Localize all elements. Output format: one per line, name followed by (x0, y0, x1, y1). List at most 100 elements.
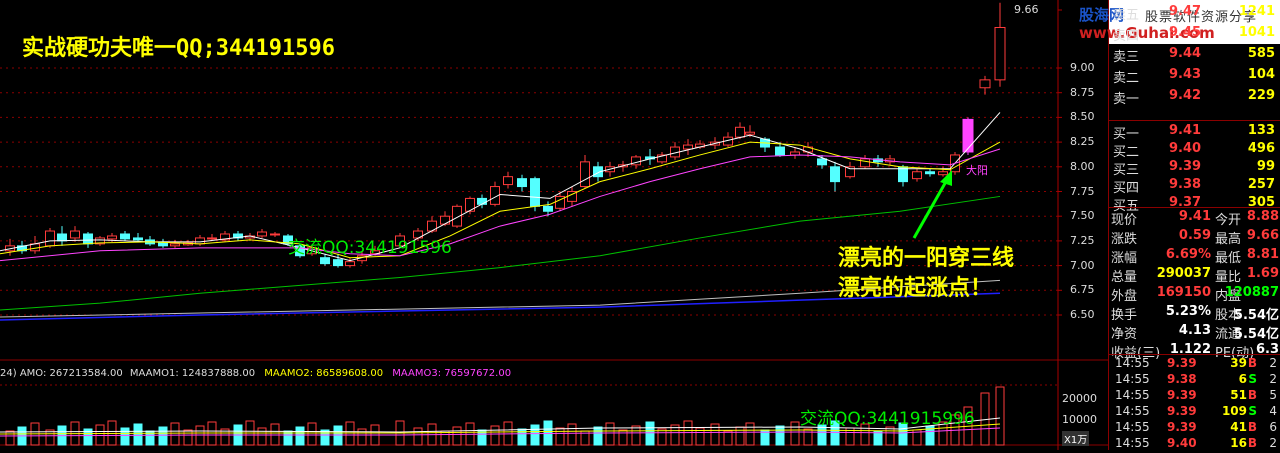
candle-body (745, 131, 755, 135)
price-axis-label: 8.25 (1070, 135, 1095, 149)
tick-time: 14:55 (1115, 404, 1150, 418)
tick-count: 6 (1269, 420, 1277, 434)
ask-label: 卖四 (1113, 29, 1140, 44)
panel-divider (1109, 354, 1280, 355)
volume-bar (995, 386, 1005, 446)
volume-bar (631, 425, 641, 446)
tick-side: S (1248, 372, 1257, 386)
price-axis-label: 8.75 (1070, 85, 1095, 99)
ask-label: 卖一 (1113, 92, 1140, 107)
ask-row[interactable]: 卖一 9.42 229 (1109, 86, 1280, 107)
volume-bar (735, 426, 745, 446)
tick-side: B (1247, 420, 1257, 434)
ask-row[interactable]: 卖三 9.44 585 (1109, 44, 1280, 65)
candle-body (860, 158, 870, 168)
candle-body (979, 79, 991, 89)
candle-body (345, 261, 355, 267)
tick-volume: 16 (1230, 436, 1247, 450)
tick-volume: 39 (1230, 356, 1247, 370)
info-row: 现价 9.41 今开 8.88 (1109, 208, 1280, 228)
ask-label: 卖五 (1113, 8, 1140, 23)
quote-panel: 股海网 股票软件资源分享 www.Guhai.com 卖五 9.47 1241 卖四 9… (1079, 0, 1280, 453)
indicator-maamo3: MAAMO3: 76597672.00 (392, 368, 512, 379)
ask-label: 卖二 (1113, 71, 1140, 86)
tick-count: 2 (1269, 372, 1277, 386)
ask-volume: 104 (1247, 67, 1275, 82)
indicator-amo: AMO: 267213584.00 (19, 368, 123, 379)
volume-bar (885, 426, 895, 446)
volume-bar (133, 423, 143, 446)
info-label: 最低 (1215, 251, 1242, 266)
candle-body (830, 166, 840, 183)
candle-body (120, 233, 130, 240)
candle-label: 大阳 (966, 164, 988, 177)
volume-bar (803, 428, 813, 446)
candle-body (57, 233, 67, 242)
bid-volume: 496 (1247, 141, 1275, 156)
info-row: 涨跌 0.59 最高 9.66 (1109, 227, 1280, 247)
indicator-bar: 24) AMO: 267213584.00 MAAMO1: 124837888.… (0, 368, 511, 379)
tick-price: 9.39 (1167, 404, 1197, 418)
candle-body (320, 257, 330, 265)
ask-price: 9.44 (1169, 46, 1202, 61)
volume-bar (183, 429, 193, 446)
tick-count: 4 (1269, 404, 1277, 418)
tick-side: B (1247, 388, 1257, 402)
kline-chart-area[interactable]: 实战硬功夫唯一QQ;344191596 交流QQ:344191596 漂亮的一阳… (0, 0, 1108, 450)
volume-bar (158, 426, 168, 446)
candle-body (543, 205, 553, 212)
tick-count: 5 (1269, 388, 1277, 402)
bid-volume: 257 (1247, 177, 1275, 192)
ask-row[interactable]: 卖四 9.45 1041 (1109, 23, 1280, 44)
candle-body (962, 118, 974, 153)
info-value: 8.88 (1246, 209, 1279, 224)
ask-price: 9.45 (1169, 25, 1202, 40)
info-value: 169150 (1156, 285, 1211, 300)
volume-bar (775, 425, 785, 446)
tick-price: 9.38 (1167, 372, 1197, 386)
candle-body (477, 197, 487, 205)
info-label: 净资 (1111, 327, 1138, 342)
candle-body (530, 178, 540, 207)
tick-row[interactable]: 14:55 9.40 16 B 2 (1109, 435, 1280, 453)
volume-unit-label: X1万 (1062, 431, 1090, 446)
info-row: 涨幅 6.69% 最低 8.81 (1109, 246, 1280, 266)
candle-body (938, 171, 948, 176)
ask-volume: 585 (1247, 46, 1275, 61)
price-axis-label: 6.50 (1070, 308, 1095, 321)
info-label: 外盘 (1111, 289, 1138, 304)
ask-row[interactable]: 卖二 9.43 104 (1109, 65, 1280, 86)
annotation-line1: 漂亮的一阳穿三线 (838, 246, 1015, 271)
volume-bar (605, 422, 615, 446)
info-value: 5.54亿 (1233, 308, 1279, 323)
candle-body (683, 144, 693, 150)
indicator-prefix: 24) (0, 368, 17, 379)
info-value: 4.13 (1178, 323, 1211, 338)
kline-chart-canvas[interactable] (0, 0, 1108, 450)
tick-time: 14:55 (1115, 436, 1150, 450)
info-label: 涨跌 (1111, 232, 1138, 247)
tick-side: S (1248, 404, 1257, 418)
info-row: 换手 5.23% 股本 5.54亿 (1109, 303, 1280, 323)
candle-body (333, 259, 343, 267)
tick-volume: 51 (1230, 388, 1247, 402)
volume-bar (790, 421, 800, 446)
tick-volume: 41 (1230, 420, 1247, 434)
info-value: 9.41 (1178, 209, 1211, 224)
candle-body (790, 151, 800, 156)
info-label: 今开 (1215, 213, 1242, 228)
ask-volume: 1041 (1238, 25, 1275, 40)
price-axis-label: 7.00 (1070, 258, 1095, 272)
candle-body (207, 237, 217, 240)
bid-price: 9.40 (1169, 141, 1202, 156)
info-label: 换手 (1111, 308, 1138, 323)
volume-bar (452, 426, 462, 446)
indicator-maamo2: MAAMO2: 86589608.00 (264, 368, 384, 379)
chart-title-text: 实战硬功夫唯一QQ;344191596 (22, 36, 335, 61)
ask-row[interactable]: 卖五 9.47 1241 (1109, 2, 1280, 23)
price-axis-label: 7.25 (1070, 233, 1095, 247)
tick-time: 14:55 (1115, 388, 1150, 402)
indicator-maamo1: MAAMO1: 124837888.00 (129, 368, 256, 379)
info-row: 净资 4.13 流通 5.54亿 (1109, 322, 1280, 342)
ask-price: 9.43 (1169, 67, 1202, 82)
